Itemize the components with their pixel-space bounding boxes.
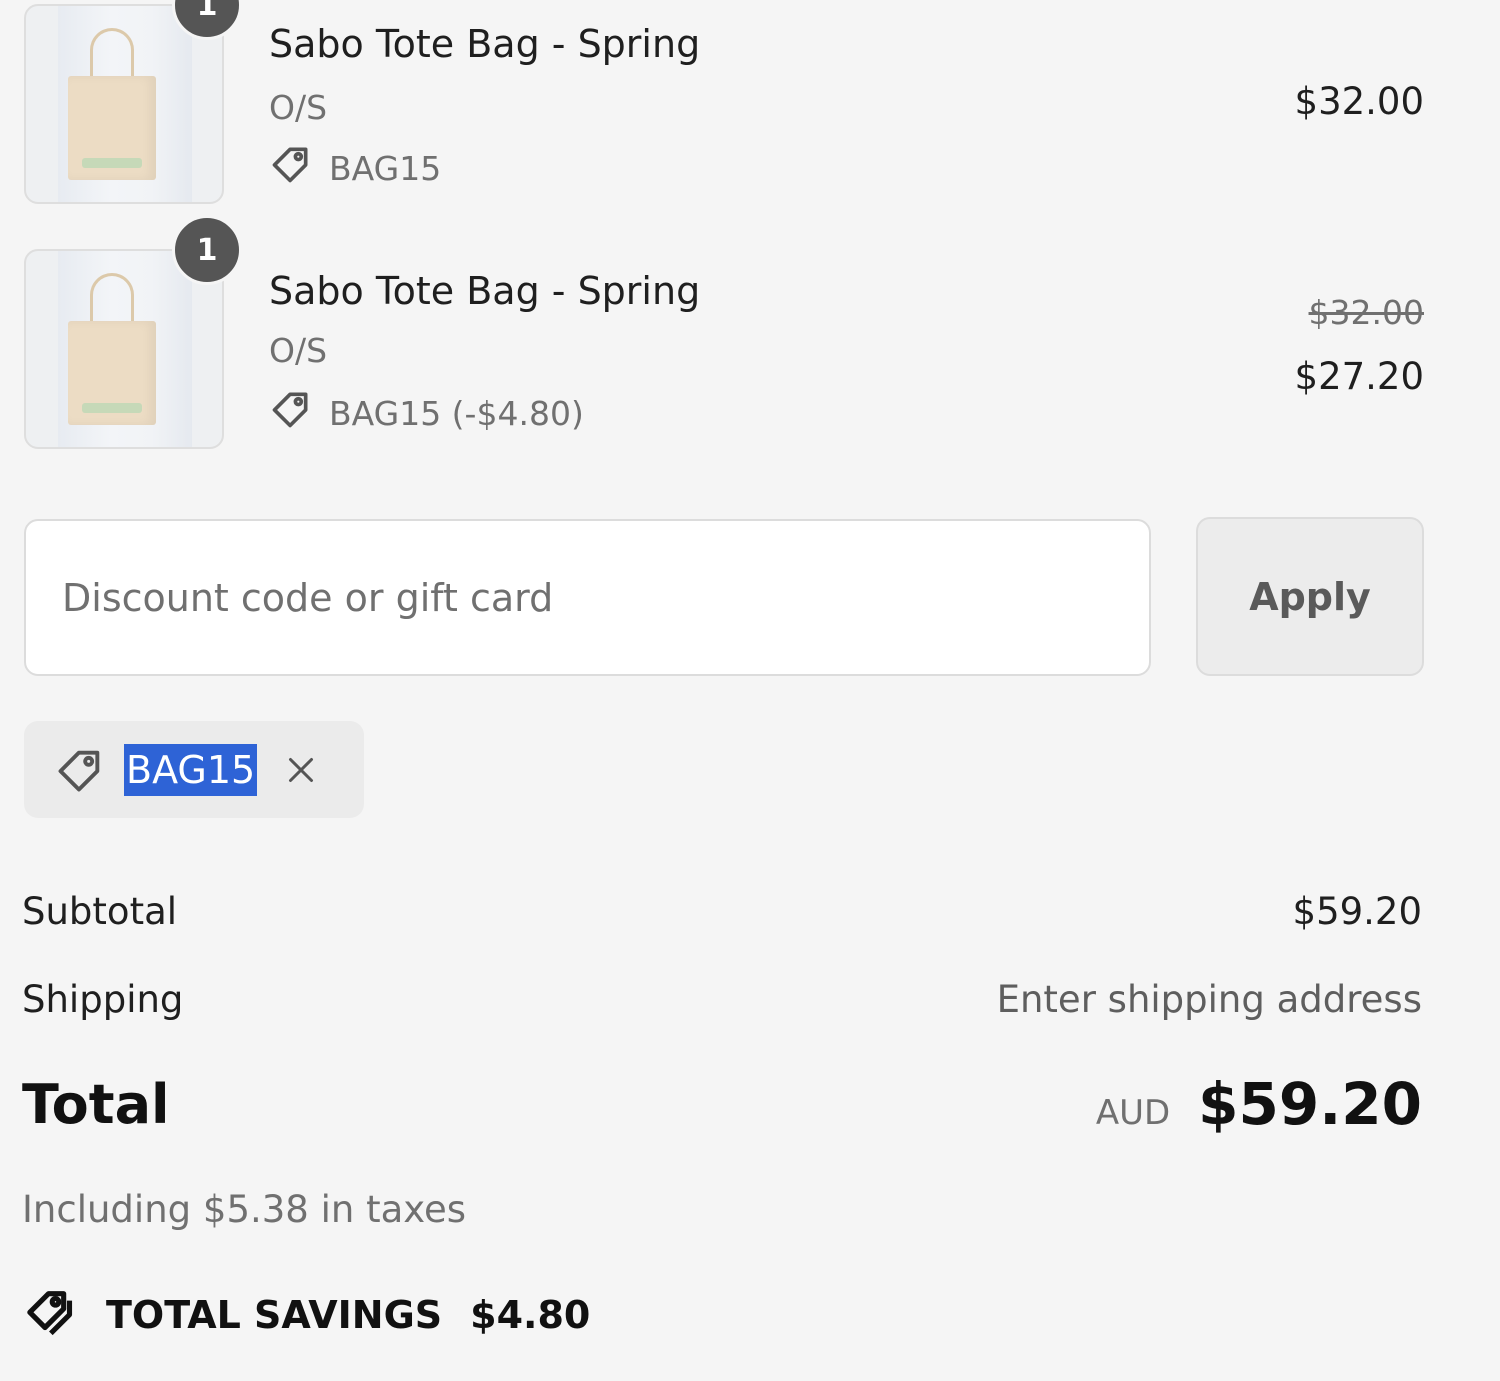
close-icon [289,757,314,782]
savings-tag-icon [24,1282,106,1347]
currency-code: AUD [1095,1093,1171,1133]
line-price: $32.00 [1294,80,1424,123]
line-discount: BAG15 [269,142,441,194]
line-item: 1 Sabo Tote Bag - Spring O/S BAG15 (-$4.… [24,215,1424,449]
taxes-note: Including $5.38 in taxes [22,1188,467,1231]
tag-icon [269,142,329,194]
total-savings: TOTAL SAVINGS $4.80 [24,1282,590,1347]
subtotal-value: $59.20 [1292,890,1422,933]
total-value: AUD $59.20 [1096,1070,1422,1138]
product-variant: O/S [269,88,328,127]
total-label: Total [22,1073,170,1136]
shipping-value: Enter shipping address [996,978,1422,1021]
line-discount: BAG15 (-$4.80) [269,387,584,439]
discount-code: BAG15 [329,148,442,188]
product-title: Sabo Tote Bag - Spring [269,269,701,313]
remove-discount-button[interactable] [279,748,323,792]
savings-label: TOTAL SAVINGS [106,1292,443,1337]
discount-code-input[interactable] [24,519,1151,676]
applied-discount-chip: BAG15 [24,721,364,818]
savings-amount: $4.80 [470,1292,591,1337]
tag-icon [269,387,329,439]
order-summary: 1 Sabo Tote Bag - Spring O/S BAG15 $32.0… [0,0,1500,1381]
apply-button[interactable]: Apply [1196,517,1424,676]
product-title: Sabo Tote Bag - Spring [269,22,701,66]
total-amount: $59.20 [1198,1070,1422,1138]
tag-icon [54,744,106,796]
subtotal-label: Subtotal [22,890,178,933]
shipping-label: Shipping [22,978,184,1021]
line-price: $27.20 [1294,355,1424,398]
discount-amount: BAG15 (-$4.80) [329,393,584,433]
product-variant: O/S [269,331,328,370]
line-item: 1 Sabo Tote Bag - Spring O/S BAG15 $32.0… [24,0,1424,204]
original-price: $32.00 [1308,293,1424,332]
applied-code-label: BAG15 [124,743,258,796]
quantity-badge: 1 [172,215,242,285]
